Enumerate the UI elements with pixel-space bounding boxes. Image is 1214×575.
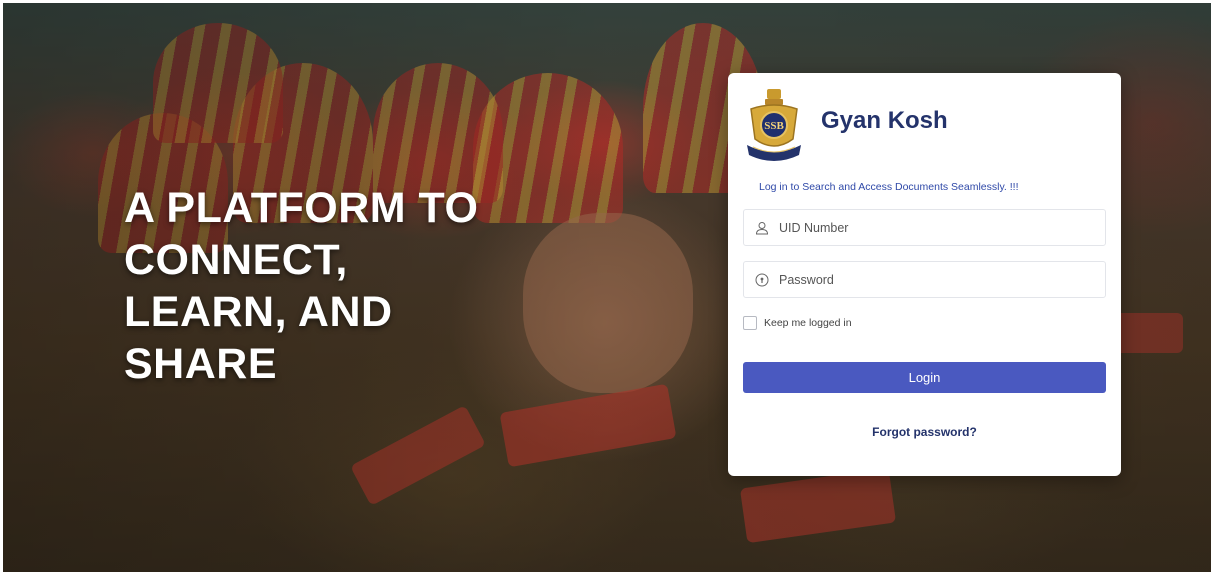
password-input[interactable] (779, 272, 1099, 287)
login-card: SSB Gyan Kosh Log in to Search and Acces… (728, 73, 1121, 476)
tagline-line: CONNECT, (124, 236, 348, 284)
remember-checkbox[interactable] (743, 316, 757, 330)
login-button[interactable]: Login (743, 362, 1106, 393)
password-field[interactable] (743, 261, 1106, 298)
tagline-line: A PLATFORM TO (124, 184, 479, 232)
forgot-password-link[interactable]: Forgot password? (728, 425, 1121, 439)
tagline-line: SHARE (124, 340, 278, 388)
login-subtitle: Log in to Search and Access Documents Se… (759, 181, 1019, 193)
uid-input[interactable] (779, 220, 1099, 235)
remember-me[interactable]: Keep me logged in (743, 316, 852, 330)
svg-text:SSB: SSB (764, 120, 784, 132)
lock-shield-icon (753, 271, 771, 289)
tagline-line: LEARN, AND (124, 288, 393, 336)
hero-tagline: A PLATFORM TO CONNECT, LEARN, AND SHARE (124, 182, 544, 390)
ssb-emblem-icon: SSB (743, 87, 805, 165)
uid-field[interactable] (743, 209, 1106, 246)
remember-label: Keep me logged in (764, 317, 852, 329)
user-icon (753, 219, 771, 237)
brand-title: Gyan Kosh (821, 107, 948, 134)
